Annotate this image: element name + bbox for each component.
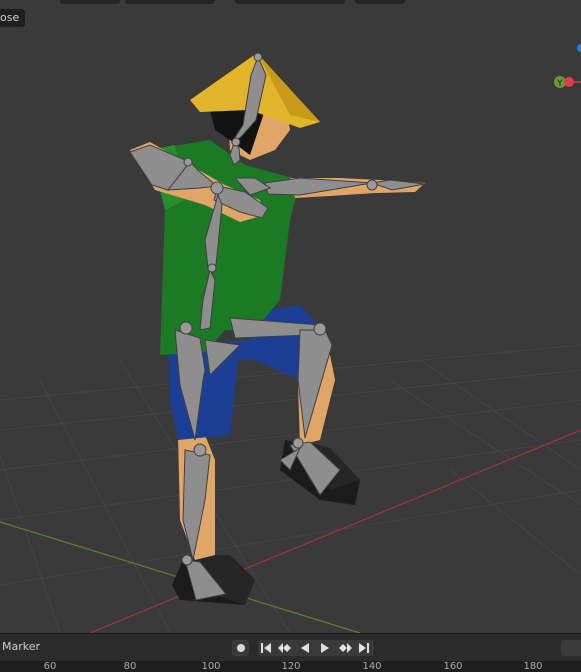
header-menu-stub-3[interactable] — [355, 0, 405, 4]
jump-to-start-button[interactable] — [258, 640, 275, 656]
frame-tick: 100 — [201, 661, 221, 672]
jump-to-end-icon — [359, 643, 369, 653]
frame-field-stub[interactable] — [561, 640, 581, 656]
frame-tick: 140 — [362, 661, 382, 672]
frame-tick: 180 — [523, 661, 543, 672]
play-icon — [320, 643, 329, 653]
mode-label[interactable]: ose — [0, 9, 26, 27]
frame-tick: 160 — [443, 661, 463, 672]
timeline-header: Marker — [0, 633, 581, 661]
gizmo-x-axis[interactable] — [564, 77, 574, 87]
frame-tick: 60 — [43, 661, 57, 672]
gizmo-y-label: Y — [556, 79, 563, 89]
frame-tick: 120 — [281, 661, 301, 672]
play-reverse-icon — [300, 643, 309, 653]
floor-grid — [0, 344, 581, 633]
next-keyframe-icon — [338, 643, 352, 653]
record-button[interactable] — [232, 640, 249, 656]
header-menu-stub[interactable] — [125, 0, 215, 4]
jump-to-start-icon — [261, 643, 271, 653]
gizmo-z-axis[interactable] — [577, 44, 581, 52]
frame-ruler[interactable]: 60 80 100 120 140 160 180 — [0, 661, 581, 672]
jump-to-previous-keyframe-button[interactable] — [276, 640, 293, 656]
scene-canvas[interactable]: Y — [0, 0, 581, 633]
jump-to-next-keyframe-button[interactable] — [336, 640, 353, 656]
jump-to-end-button[interactable] — [356, 640, 373, 656]
header-stub — [60, 0, 120, 4]
timeline-editor: Marker 60 80 100 120 140 160 180 — [0, 633, 581, 672]
header-menu-stub-2[interactable] — [235, 0, 345, 4]
marker-menu[interactable]: Marker — [2, 640, 40, 653]
3d-viewport[interactable]: Y ose — [0, 0, 581, 633]
frame-tick: 80 — [123, 661, 137, 672]
play-reverse-button[interactable] — [296, 640, 313, 656]
play-button[interactable] — [316, 640, 333, 656]
record-icon — [236, 644, 245, 652]
previous-keyframe-icon — [277, 643, 291, 653]
navigation-gizmo[interactable]: Y — [554, 44, 581, 89]
